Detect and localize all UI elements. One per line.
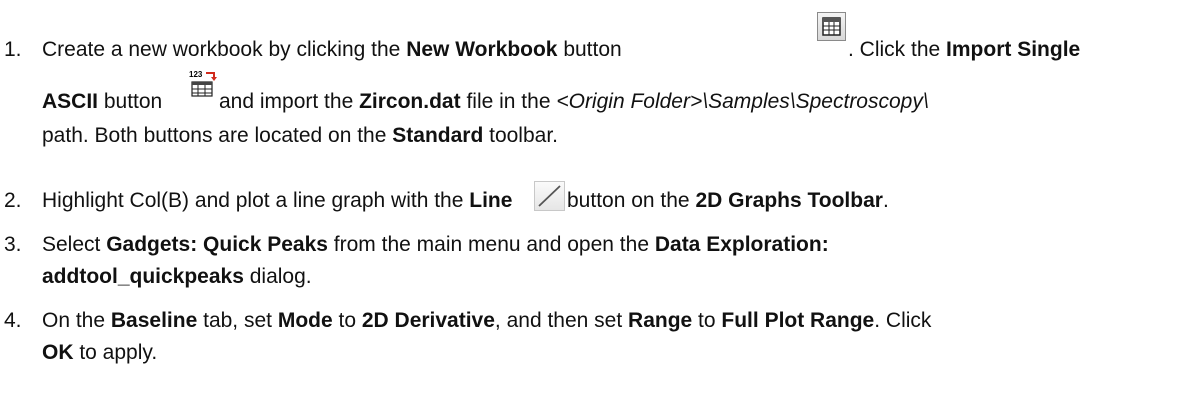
ok-label: OK xyxy=(42,341,74,364)
new-workbook-icon[interactable] xyxy=(817,12,846,41)
step-1-line-2: ASCII button xyxy=(42,90,163,113)
gadgets-quick-peaks-label: Gadgets: Quick Peaks xyxy=(106,233,328,256)
step-1-line-1: 1. xyxy=(4,37,22,63)
step-2-text-b: button on the 2D Graphs Toolbar. xyxy=(567,189,889,212)
import-single-label: Import Single xyxy=(946,38,1081,61)
full-plot-range-label: Full Plot Range xyxy=(721,309,875,332)
import-single-ascii-icon[interactable]: 123 xyxy=(188,68,218,100)
step-3-number: 3. xyxy=(4,233,22,256)
step-3-line: 3. xyxy=(4,232,22,258)
graphs-toolbar-label: 2D Graphs Toolbar xyxy=(695,189,883,212)
range-label: Range xyxy=(628,309,693,332)
derivative-label: 2D Derivative xyxy=(361,309,495,332)
data-exploration-label: Data Exploration: xyxy=(654,233,829,256)
step-1-number: 1. xyxy=(4,38,22,61)
step-4-text-1: On the Baseline tab, set Mode to 2D Deri… xyxy=(42,309,932,332)
step-4-line: 4. xyxy=(4,308,22,334)
step-3-text-1: Select Gadgets: Quick Peaks from the mai… xyxy=(42,233,829,256)
standard-toolbar-label: Standard xyxy=(392,124,484,147)
step-4-text-2: OK to apply. xyxy=(42,341,158,364)
instructions-document: 1. Create a new workbook by clicking the… xyxy=(0,0,1188,419)
line-icon[interactable] xyxy=(534,181,565,211)
addtool-quickpeaks-label: addtool_quickpeaks xyxy=(42,265,244,288)
step-3-text-2: addtool_quickpeaks dialog. xyxy=(42,265,312,288)
svg-text:123: 123 xyxy=(189,70,203,79)
step-1-text-1b: . Click the Import Single xyxy=(848,38,1081,61)
step-1-line-2b: and import the Zircon.dat file in the <O… xyxy=(219,90,929,113)
mode-label: Mode xyxy=(277,309,333,332)
ascii-label: ASCII xyxy=(42,90,99,113)
step-2-text: Highlight Col(B) and plot a line graph w… xyxy=(42,189,513,212)
step-2-line: 2. xyxy=(4,188,22,214)
step-1-line-3: path. Both buttons are located on the St… xyxy=(42,124,559,147)
step-2-number: 2. xyxy=(4,189,22,212)
baseline-label: Baseline xyxy=(110,309,198,332)
step-1-text-1: Create a new workbook by clicking the Ne… xyxy=(42,38,622,61)
path-text: <Origin Folder>\Samples\Spectroscopy\ xyxy=(556,90,929,113)
step-4-number: 4. xyxy=(4,309,22,332)
zircon-file-label: Zircon.dat xyxy=(359,90,461,113)
new-workbook-label: New Workbook xyxy=(406,38,558,61)
line-label: Line xyxy=(469,189,513,212)
